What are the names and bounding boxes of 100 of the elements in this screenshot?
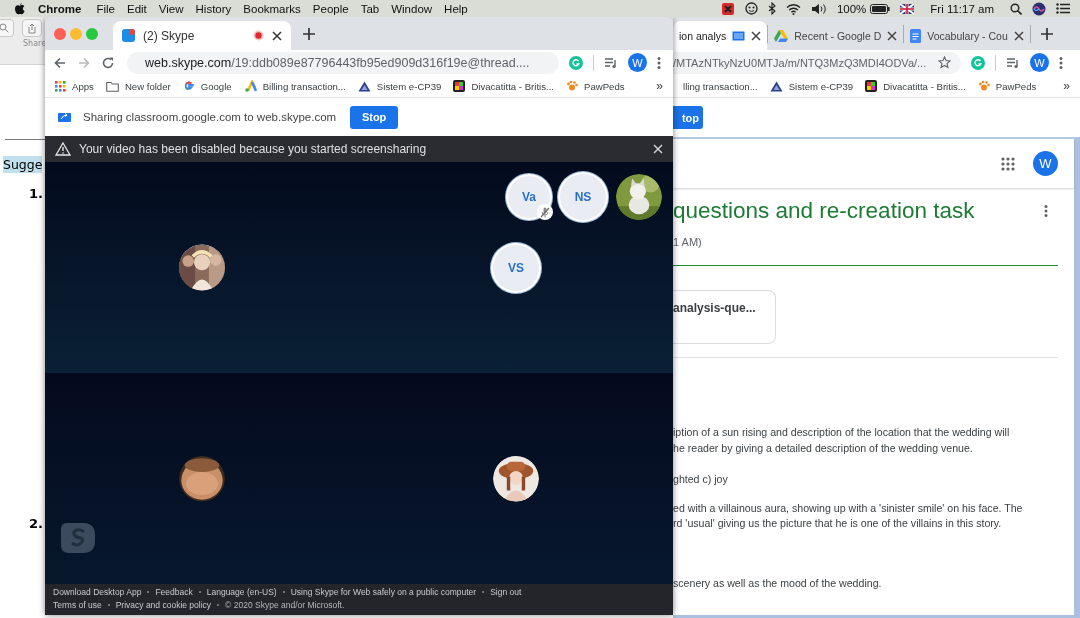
url-text: /MTAzNTkyNzU0MTJa/m/NTQ3MzQ3MDI4ODVa/... xyxy=(673,56,928,69)
footer-link[interactable]: Terms of use xyxy=(53,600,102,610)
paw-icon xyxy=(977,80,990,92)
smiley-icon[interactable] xyxy=(744,2,758,15)
bluetooth-icon[interactable] xyxy=(767,2,776,15)
profile-avatar[interactable]: W xyxy=(628,53,647,72)
tab-title: Recent - Google D xyxy=(794,29,882,42)
copyright-text: © 2020 Skype and/or Microsoft. xyxy=(225,600,345,610)
stop-button[interactable]: top xyxy=(673,106,703,129)
profile-avatar[interactable]: W xyxy=(1030,53,1049,72)
document-heading: Sugge xyxy=(3,156,43,173)
footer-link[interactable]: Privacy and cookie policy xyxy=(115,600,212,610)
footer-link[interactable]: Download Desktop App xyxy=(53,587,142,597)
menu-item[interactable]: Tab xyxy=(360,2,380,15)
address-bar[interactable]: /MTAzNTkyNzU0MTJa/m/NTQ3MzQ3MDI4ODVa/... xyxy=(673,51,961,74)
battery-icon[interactable] xyxy=(870,3,891,14)
flag-icon[interactable] xyxy=(900,3,915,14)
menu-item[interactable]: Edit xyxy=(127,2,147,15)
bookmark[interactable]: Google xyxy=(182,80,232,92)
close-tab-icon[interactable] xyxy=(887,30,898,41)
list-number: 2. xyxy=(29,516,44,531)
back-icon[interactable] xyxy=(53,55,67,70)
triangle-icon xyxy=(357,80,371,92)
bookmark[interactable]: Apps xyxy=(55,80,94,92)
apps-grid-icon[interactable] xyxy=(1001,156,1015,171)
volume-icon[interactable] xyxy=(810,2,827,15)
more-bookmarks[interactable]: » xyxy=(656,79,663,93)
footer-link[interactable]: Language (en-US) xyxy=(206,587,277,597)
list-icon[interactable] xyxy=(1056,3,1070,14)
bookmark[interactable]: New folder xyxy=(105,80,171,92)
close-tab-icon[interactable] xyxy=(272,30,282,41)
battery-percent: 100% xyxy=(836,2,867,15)
siri-icon[interactable] xyxy=(1032,1,1046,16)
search-icon xyxy=(0,23,9,33)
star-icon[interactable] xyxy=(938,56,951,69)
menu-item[interactable]: File xyxy=(96,2,115,15)
participant-avatar[interactable]: NS xyxy=(560,174,606,220)
tab-title: (2) Skype xyxy=(143,28,196,43)
close-tab-icon[interactable] xyxy=(1013,30,1024,41)
menu-item[interactable]: History xyxy=(195,2,232,15)
browser-tab[interactable]: Vocabulary - Cou xyxy=(904,21,1030,50)
clock[interactable]: Fri 11:17 am xyxy=(930,2,994,15)
account-avatar[interactable]: W xyxy=(1033,151,1058,176)
folder-icon xyxy=(105,80,119,92)
search-icon[interactable] xyxy=(1010,2,1022,15)
browser-tab[interactable]: (2) Skype xyxy=(113,21,291,50)
bookmark[interactable]: PawPeds xyxy=(977,80,1037,92)
address-bar[interactable]: web.skype.com/19:ddb089e87796443fb95ed909d316f19e@thread.... xyxy=(127,51,559,74)
new-tab-icon[interactable] xyxy=(303,27,315,40)
bookmark[interactable]: PawPeds xyxy=(566,80,625,92)
more-icon[interactable] xyxy=(657,55,661,70)
menu-item[interactable]: Bookmarks xyxy=(243,2,301,15)
more-icon[interactable] xyxy=(1044,204,1048,218)
screen-share-icon xyxy=(732,30,746,41)
more-bookmarks[interactable]: » xyxy=(1063,79,1070,93)
close-icon[interactable] xyxy=(653,144,663,154)
wifi-icon[interactable] xyxy=(785,2,801,15)
app-name[interactable]: Chrome xyxy=(38,2,82,15)
multicolor-g-icon xyxy=(182,80,195,92)
footer-link[interactable]: Sign out xyxy=(490,587,522,597)
bookmark[interactable]: Sistem e-CP39 xyxy=(357,80,442,92)
answer-line: scenery as well as the mood of the wedding. xyxy=(673,575,883,591)
playlist-icon[interactable] xyxy=(604,56,618,69)
browser-tab[interactable]: ion analys xyxy=(673,21,768,50)
url-text: web.skype.com/19:ddb089e87796443fb95ed909d316f19e@thread.... xyxy=(145,55,530,70)
apple-icon[interactable] xyxy=(14,2,26,15)
bookmark[interactable]: Divacatitta - Britis... xyxy=(453,80,554,92)
app-icon xyxy=(122,29,135,42)
browser-tab[interactable]: Recent - Google D xyxy=(768,21,904,50)
document-icon xyxy=(910,28,922,43)
footer-link[interactable]: Feedback xyxy=(155,587,193,597)
sharing-message: Sharing classroom.google.com to web.skype.com xyxy=(83,111,337,123)
footer-link[interactable]: Using Skype for Web safely on a public computer xyxy=(290,587,477,597)
menu-item[interactable]: View xyxy=(158,2,184,15)
stop-button[interactable]: Stop xyxy=(350,105,399,129)
tab-title: ion analys xyxy=(679,29,727,42)
triangle-logo-icon xyxy=(243,80,257,92)
answer-line: ghted c) joy xyxy=(673,472,729,487)
bookmark[interactable]: lling transaction... xyxy=(683,80,758,92)
bookmark[interactable]: Billing transaction... xyxy=(243,80,346,92)
bookmark[interactable]: Divacatitta - Britis... xyxy=(865,80,966,92)
new-tab-icon[interactable] xyxy=(1040,27,1053,40)
answer-line: iption of a sun rising and description of the location that the wedding will xyxy=(673,425,1011,440)
answer-line: ed with a villainous aura, showing up with a 'sinister smile' on his face. The xyxy=(673,500,1024,516)
answer-line: rd 'usual' giving us the picture that he is one of the villains in this story. xyxy=(673,516,1003,531)
menu-item[interactable]: Help xyxy=(444,2,468,15)
menu-item[interactable]: Window xyxy=(391,2,433,15)
participant-avatar[interactable]: VS xyxy=(493,244,539,291)
answer-line: he reader by giving a detailed description of the wedding venue. xyxy=(673,440,974,456)
share-icon xyxy=(27,22,37,34)
tile-icon xyxy=(865,80,878,92)
close-tab-icon[interactable] xyxy=(751,30,762,41)
drive-icon xyxy=(774,29,789,42)
playlist-icon[interactable] xyxy=(1006,56,1020,69)
app-icon[interactable] xyxy=(720,1,735,16)
menu-item[interactable]: People xyxy=(312,2,349,15)
reload-icon[interactable] xyxy=(101,55,115,70)
notice-message: Your video has been disabled because you started screensharing xyxy=(79,142,428,156)
bookmark[interactable]: Sistem e-CP39 xyxy=(769,80,854,92)
more-icon[interactable] xyxy=(1059,55,1063,70)
